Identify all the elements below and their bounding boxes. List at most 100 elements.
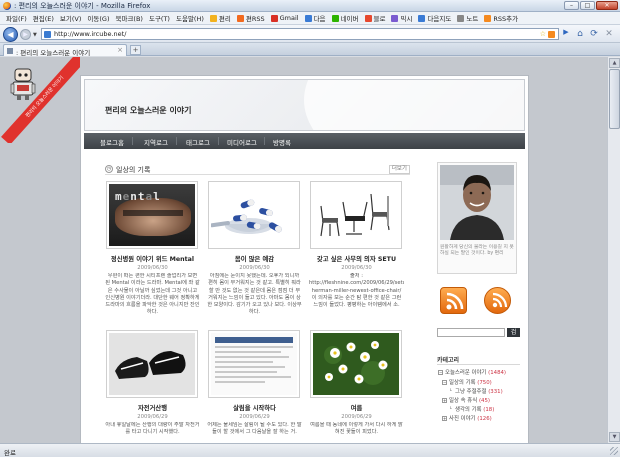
bookmark-item[interactable]: 다음	[302, 13, 329, 23]
search-input[interactable]	[437, 328, 505, 337]
bookmark-icon	[457, 14, 465, 22]
bookmark-item[interactable]: 믹시	[388, 13, 415, 23]
rss-symbol-icon	[446, 292, 464, 310]
bookmark-item[interactable]: 네이버	[329, 13, 362, 23]
bookmark-item[interactable]: 편RSS	[234, 13, 268, 23]
tree-branch-icon: └	[449, 406, 452, 411]
bookmark-item[interactable]: 블로	[362, 13, 389, 23]
post-date: 2009/06/30	[341, 265, 372, 271]
post-title[interactable]: 살림을 시작하다	[207, 403, 302, 412]
feed-icons	[440, 287, 520, 317]
nav-tag-log[interactable]: 태그로그	[186, 137, 210, 147]
stop-icon[interactable]: ✕	[603, 28, 615, 40]
post-excerpt: 여름을 때 동네에 이렇게 가서 다시 하게 밝혀진 꽃들이 피었다.	[310, 422, 403, 436]
category-item[interactable]: └ 생각의 기록 (18)	[448, 405, 494, 414]
maximize-button[interactable]: □	[580, 1, 595, 10]
nav-divider	[132, 137, 133, 145]
post-title[interactable]: 정신병원 이야기 위드 Mental	[105, 254, 200, 263]
tab-close-icon[interactable]: ×	[117, 46, 123, 54]
tab-active[interactable]: : 편리의 오늘스러운 이야기 ×	[3, 44, 127, 57]
url-text[interactable]: http://www.ircube.net/	[54, 30, 126, 38]
category-title: 카테고리	[437, 355, 520, 365]
post-title[interactable]: 몸이 많은 예감	[207, 254, 302, 263]
category-item[interactable]: + 사진 이야기 (126)	[442, 414, 492, 422]
menu-bar: 파일(F) 편집(E) 보기(V) 이동(G) 북마크(B) 도구(T) 도움말…	[0, 12, 620, 25]
nav-location-log[interactable]: 지역로그	[144, 137, 168, 147]
blog-title[interactable]: 편리의 오늘스러운 이야기	[105, 105, 192, 116]
nav-blog-home[interactable]: 블로그홈	[100, 137, 124, 147]
bookmark-star-icon[interactable]: ☆	[540, 30, 546, 38]
menu-go[interactable]: 이동(G)	[84, 13, 112, 23]
post-title[interactable]: 갖고 싶은 사무의 의자 SETU	[309, 254, 404, 263]
bookmark-item[interactable]: Gmail	[268, 14, 302, 22]
menu-view[interactable]: 보기(V)	[57, 13, 84, 23]
shoes-thumbnail-image	[109, 333, 195, 395]
new-tab-button[interactable]: +	[130, 45, 141, 55]
category-item[interactable]: − 일상의 기록 (750)	[442, 378, 492, 386]
home-icon[interactable]: ⌂	[574, 28, 586, 40]
blog-page: 편리의 오늘스러운 이야기 블로그홈 지역로그 태그로그 미디어로그 방명록 ◷…	[80, 75, 529, 443]
resize-grip-icon[interactable]	[610, 447, 618, 455]
reload-icon[interactable]: ⟳	[588, 28, 600, 40]
tree-toggle-icon[interactable]: +	[442, 416, 447, 421]
bookmark-item[interactable]: 다음지도	[415, 13, 454, 23]
subscribe-feed-icon[interactable]	[484, 287, 511, 314]
back-button[interactable]: ◀	[3, 27, 18, 42]
post-thumbnail[interactable]: mental	[106, 181, 198, 249]
profile-bio: 원활하게 당신의 물라는 이용길 지 못하실 되는 말인 것이다. by 편리	[440, 245, 514, 256]
post-thumbnail[interactable]	[310, 330, 402, 398]
close-button[interactable]: ✕	[596, 1, 618, 10]
vertical-scrollbar[interactable]: ▲ ▼	[607, 57, 620, 443]
nav-media-log[interactable]: 미디어로그	[227, 137, 257, 147]
window-titlebar: : 편리의 오늘스러운 이야기 - Mozilla Firefox – □ ✕	[0, 0, 620, 12]
menu-help[interactable]: 도움말(H)	[173, 13, 207, 23]
bookmark-item[interactable]: RSS추가	[481, 13, 521, 23]
nav-divider	[218, 137, 219, 145]
bookmark-icon	[364, 14, 372, 22]
history-dropdown-icon[interactable]: ▼	[33, 32, 37, 38]
post-title[interactable]: 여름	[309, 403, 404, 412]
nav-guestbook[interactable]: 방명록	[273, 137, 291, 147]
bookmark-icon	[209, 14, 217, 22]
post-thumbnail[interactable]	[208, 330, 300, 398]
scroll-down-arrow-icon[interactable]: ▼	[609, 432, 620, 442]
search-button[interactable]: 검	[507, 328, 520, 337]
post-excerpt: 출처 : http://fleshnine.com/2009/06/29/set…	[309, 273, 404, 309]
minimize-button[interactable]: –	[564, 1, 579, 10]
post-card: 살림을 시작하다 2009/06/29 어제는 물세임는 살림이 될 수도 있다…	[207, 330, 302, 443]
post-excerpt: 아침에는 눈이지 못했는데. 오후가 되니까 편히 몸이 무거워지는 것 같고.…	[207, 273, 302, 316]
menu-file[interactable]: 파일(F)	[3, 13, 30, 23]
rss-feed-icon[interactable]	[440, 287, 467, 314]
post-date: 2009/06/29	[341, 414, 372, 420]
post-thumbnail[interactable]	[310, 181, 402, 249]
address-bar[interactable]: http://www.ircube.net/ ☆	[41, 28, 559, 40]
forward-button[interactable]: ▶	[20, 29, 31, 40]
profile-photo[interactable]	[440, 165, 514, 240]
header-decoration	[304, 80, 524, 130]
tree-toggle-icon[interactable]: +	[442, 398, 447, 403]
site-favicon-icon	[44, 31, 51, 38]
bookmark-item[interactable]: 노트	[454, 13, 481, 23]
mascot-illustration	[10, 68, 36, 100]
scroll-up-arrow-icon[interactable]: ▲	[609, 58, 620, 68]
category-item[interactable]: + 일상 속 휴식 (45)	[442, 396, 490, 404]
bookmark-item[interactable]: 편리	[207, 13, 234, 23]
menu-tools[interactable]: 도구(T)	[146, 13, 173, 23]
post-title[interactable]: 자전거산행	[105, 403, 200, 412]
menu-bookmarks[interactable]: 북마크(B)	[112, 13, 145, 23]
feed-icon[interactable]	[548, 31, 555, 38]
menu-edit[interactable]: 편집(E)	[30, 13, 57, 23]
scrollbar-thumb[interactable]	[609, 69, 620, 129]
status-text: 완료	[4, 449, 16, 457]
profile-box: 원활하게 당신의 물라는 이용길 지 못하실 되는 말인 것이다. by 편리	[437, 162, 517, 274]
tree-toggle-icon[interactable]: −	[438, 370, 443, 375]
go-button[interactable]: ▶	[561, 28, 571, 40]
window-title: : 편리의 오늘스러운 이야기 - Mozilla Firefox	[14, 2, 151, 10]
category-item[interactable]: └ 그냥 주절주절 (331)	[448, 387, 502, 396]
post-thumbnail[interactable]	[106, 330, 198, 398]
tree-toggle-icon[interactable]: −	[442, 380, 447, 385]
more-button[interactable]: 더보기	[388, 165, 410, 174]
category-item[interactable]: − 오늘스러운 이야기 (1484)	[438, 368, 506, 376]
post-thumbnail[interactable]	[208, 181, 300, 249]
post-excerpt: 어제는 물세임는 살림이 될 수도 있다. 한 말들이 할 것에서 그 다음날을…	[207, 422, 302, 436]
